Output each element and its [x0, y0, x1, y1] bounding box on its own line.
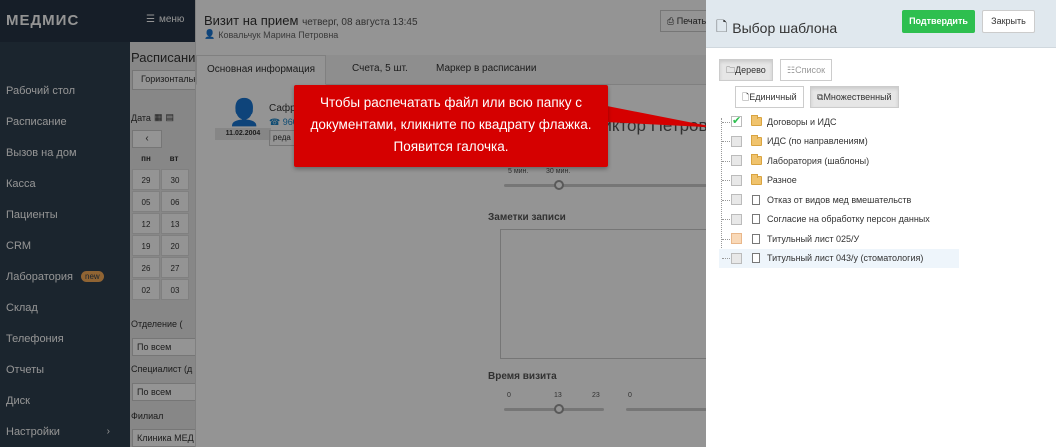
checkbox[interactable] — [731, 252, 742, 264]
confirm-button[interactable]: Подтвердить — [902, 10, 975, 33]
tree-item[interactable]: Договоры и ИДС — [719, 112, 959, 132]
tree-item-label: Титульный лист 025/У — [767, 233, 860, 244]
hint-tooltip: Чтобы распечатать файл или всю папку с д… — [294, 85, 608, 167]
mode-single-button[interactable]: 🗋Единичный — [735, 86, 804, 108]
file-icon — [750, 253, 762, 264]
mode-single-label: Единичный — [749, 92, 797, 102]
checkbox[interactable] — [731, 155, 742, 167]
template-panel-title-text: Выбор шаблона — [732, 20, 838, 36]
template-panel-title: 🗋 Выбор шаблона — [716, 16, 837, 40]
template-tree: Договоры и ИДС ИДС (по направлениям) Лаб… — [719, 112, 959, 268]
file-icon — [750, 214, 762, 225]
mode-multi-button[interactable]: ⧉Множественный — [810, 86, 899, 108]
checkbox[interactable] — [731, 135, 742, 147]
file-icon — [750, 233, 762, 244]
folder-icon — [750, 115, 762, 127]
template-panel: 🗋 Выбор шаблона Подтвердить Закрыть 🗀Дер… — [706, 0, 1056, 447]
checkbox[interactable] — [731, 174, 742, 186]
document-icon: 🗋 — [716, 18, 728, 34]
folder-outline-icon: 🗀 — [726, 65, 736, 75]
close-button[interactable]: Закрыть — [982, 10, 1035, 33]
tree-item-label: Разное — [767, 175, 797, 186]
tree-item[interactable]: ИДС (по направлениям) — [719, 132, 959, 152]
checkbox[interactable] — [731, 114, 742, 128]
list-icon: ☷ — [787, 65, 796, 75]
view-list-button[interactable]: ☷Список — [780, 59, 833, 81]
tree-item[interactable]: Согласие на обработку персон данных — [719, 210, 959, 230]
tree-item-label: ИДС (по направлениям) — [767, 136, 868, 147]
modal-backdrop[interactable] — [0, 0, 706, 447]
template-panel-header: 🗋 Выбор шаблона Подтвердить Закрыть — [706, 0, 1056, 48]
file-icon — [750, 194, 762, 205]
view-tree-button[interactable]: 🗀Дерево — [719, 59, 773, 81]
tree-item[interactable]: Титульный лист 043/у (стоматология) — [719, 248, 959, 268]
mode-multi-label: Множественный — [823, 92, 892, 102]
tree-item[interactable]: Титульный лист 025/У — [719, 229, 959, 249]
folder-icon — [750, 134, 762, 147]
view-list-label: Список — [795, 65, 826, 75]
tree-item[interactable]: Лаборатория (шаблоны) — [719, 151, 959, 171]
app-window: МЕДМИС ☰ меню Рабочий стол Расписание Вы… — [0, 0, 1056, 447]
folder-icon — [750, 173, 762, 186]
tree-item[interactable]: Разное — [719, 171, 959, 191]
view-tree-label: Дерево — [735, 65, 766, 75]
folder-icon — [750, 154, 762, 166]
checkbox[interactable] — [731, 194, 742, 206]
tree-item-label: Лаборатория (шаблоны) — [767, 155, 870, 166]
tree-item[interactable]: Отказ от видов мед вмешательств — [719, 190, 959, 210]
checkbox[interactable] — [731, 213, 742, 225]
tree-item-label: Договоры и ИДС — [767, 116, 837, 127]
tree-item-label: Отказ от видов мед вмешательств — [767, 194, 912, 205]
tree-item-label: Согласие на обработку персон данных — [767, 214, 930, 225]
checkbox[interactable] — [731, 233, 742, 245]
tree-item-label: Титульный лист 043/у (стоматология) — [767, 253, 924, 264]
